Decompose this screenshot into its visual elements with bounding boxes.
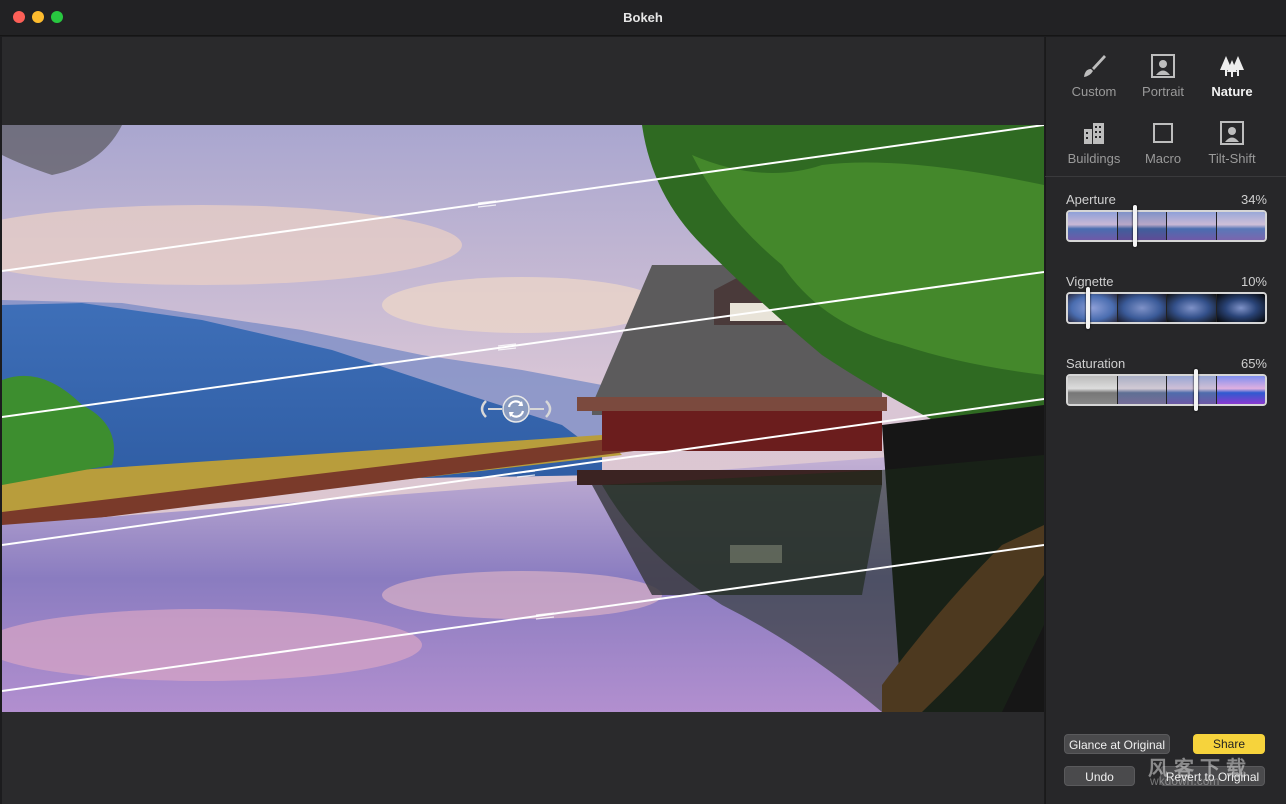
preset-nature[interactable]: Nature bbox=[1194, 44, 1270, 106]
window-title: Bokeh bbox=[623, 10, 663, 25]
portrait-icon bbox=[1218, 119, 1246, 147]
aperture-slider[interactable]: Aperture 34% bbox=[1066, 192, 1267, 252]
undo-button[interactable]: Undo bbox=[1064, 766, 1135, 786]
aperture-knob[interactable] bbox=[1133, 205, 1137, 247]
share-button[interactable]: Share bbox=[1193, 734, 1265, 754]
slider-label: Aperture bbox=[1066, 192, 1116, 207]
buildings-icon bbox=[1080, 119, 1108, 147]
slider-value: 10% bbox=[1240, 274, 1267, 289]
aperture-preview-strip[interactable] bbox=[1066, 210, 1267, 242]
vignette-preview-strip[interactable] bbox=[1066, 292, 1267, 324]
vignette-knob[interactable] bbox=[1086, 287, 1090, 329]
preset-custom[interactable]: Custom bbox=[1056, 44, 1132, 106]
preset-tilt-shift[interactable]: Tilt-Shift bbox=[1194, 111, 1270, 173]
slider-label: Vignette bbox=[1066, 274, 1114, 289]
slider-value: 34% bbox=[1240, 192, 1267, 207]
preset-macro[interactable]: Macro bbox=[1125, 111, 1201, 173]
trees-icon bbox=[1218, 52, 1246, 80]
preset-portrait[interactable]: Portrait bbox=[1125, 44, 1201, 106]
title-bar: Bokeh bbox=[0, 0, 1286, 36]
saturation-slider[interactable]: Saturation 65% bbox=[1066, 356, 1267, 416]
slider-label: Saturation bbox=[1066, 356, 1126, 371]
glance-at-original-button[interactable]: Glance at Original bbox=[1064, 734, 1170, 754]
watermark-url: wkdown.com bbox=[1150, 774, 1220, 788]
brush-icon bbox=[1080, 52, 1108, 80]
square-icon bbox=[1149, 119, 1177, 147]
saturation-preview-strip[interactable] bbox=[1066, 374, 1267, 406]
vignette-slider[interactable]: Vignette 10% bbox=[1066, 274, 1267, 334]
saturation-knob[interactable] bbox=[1194, 369, 1198, 411]
sidebar-divider bbox=[1045, 176, 1286, 177]
rotate-handle-icon[interactable] bbox=[476, 393, 556, 425]
preset-buildings[interactable]: Buildings bbox=[1056, 111, 1132, 173]
portrait-icon bbox=[1149, 52, 1177, 80]
slider-value: 65% bbox=[1240, 356, 1267, 371]
